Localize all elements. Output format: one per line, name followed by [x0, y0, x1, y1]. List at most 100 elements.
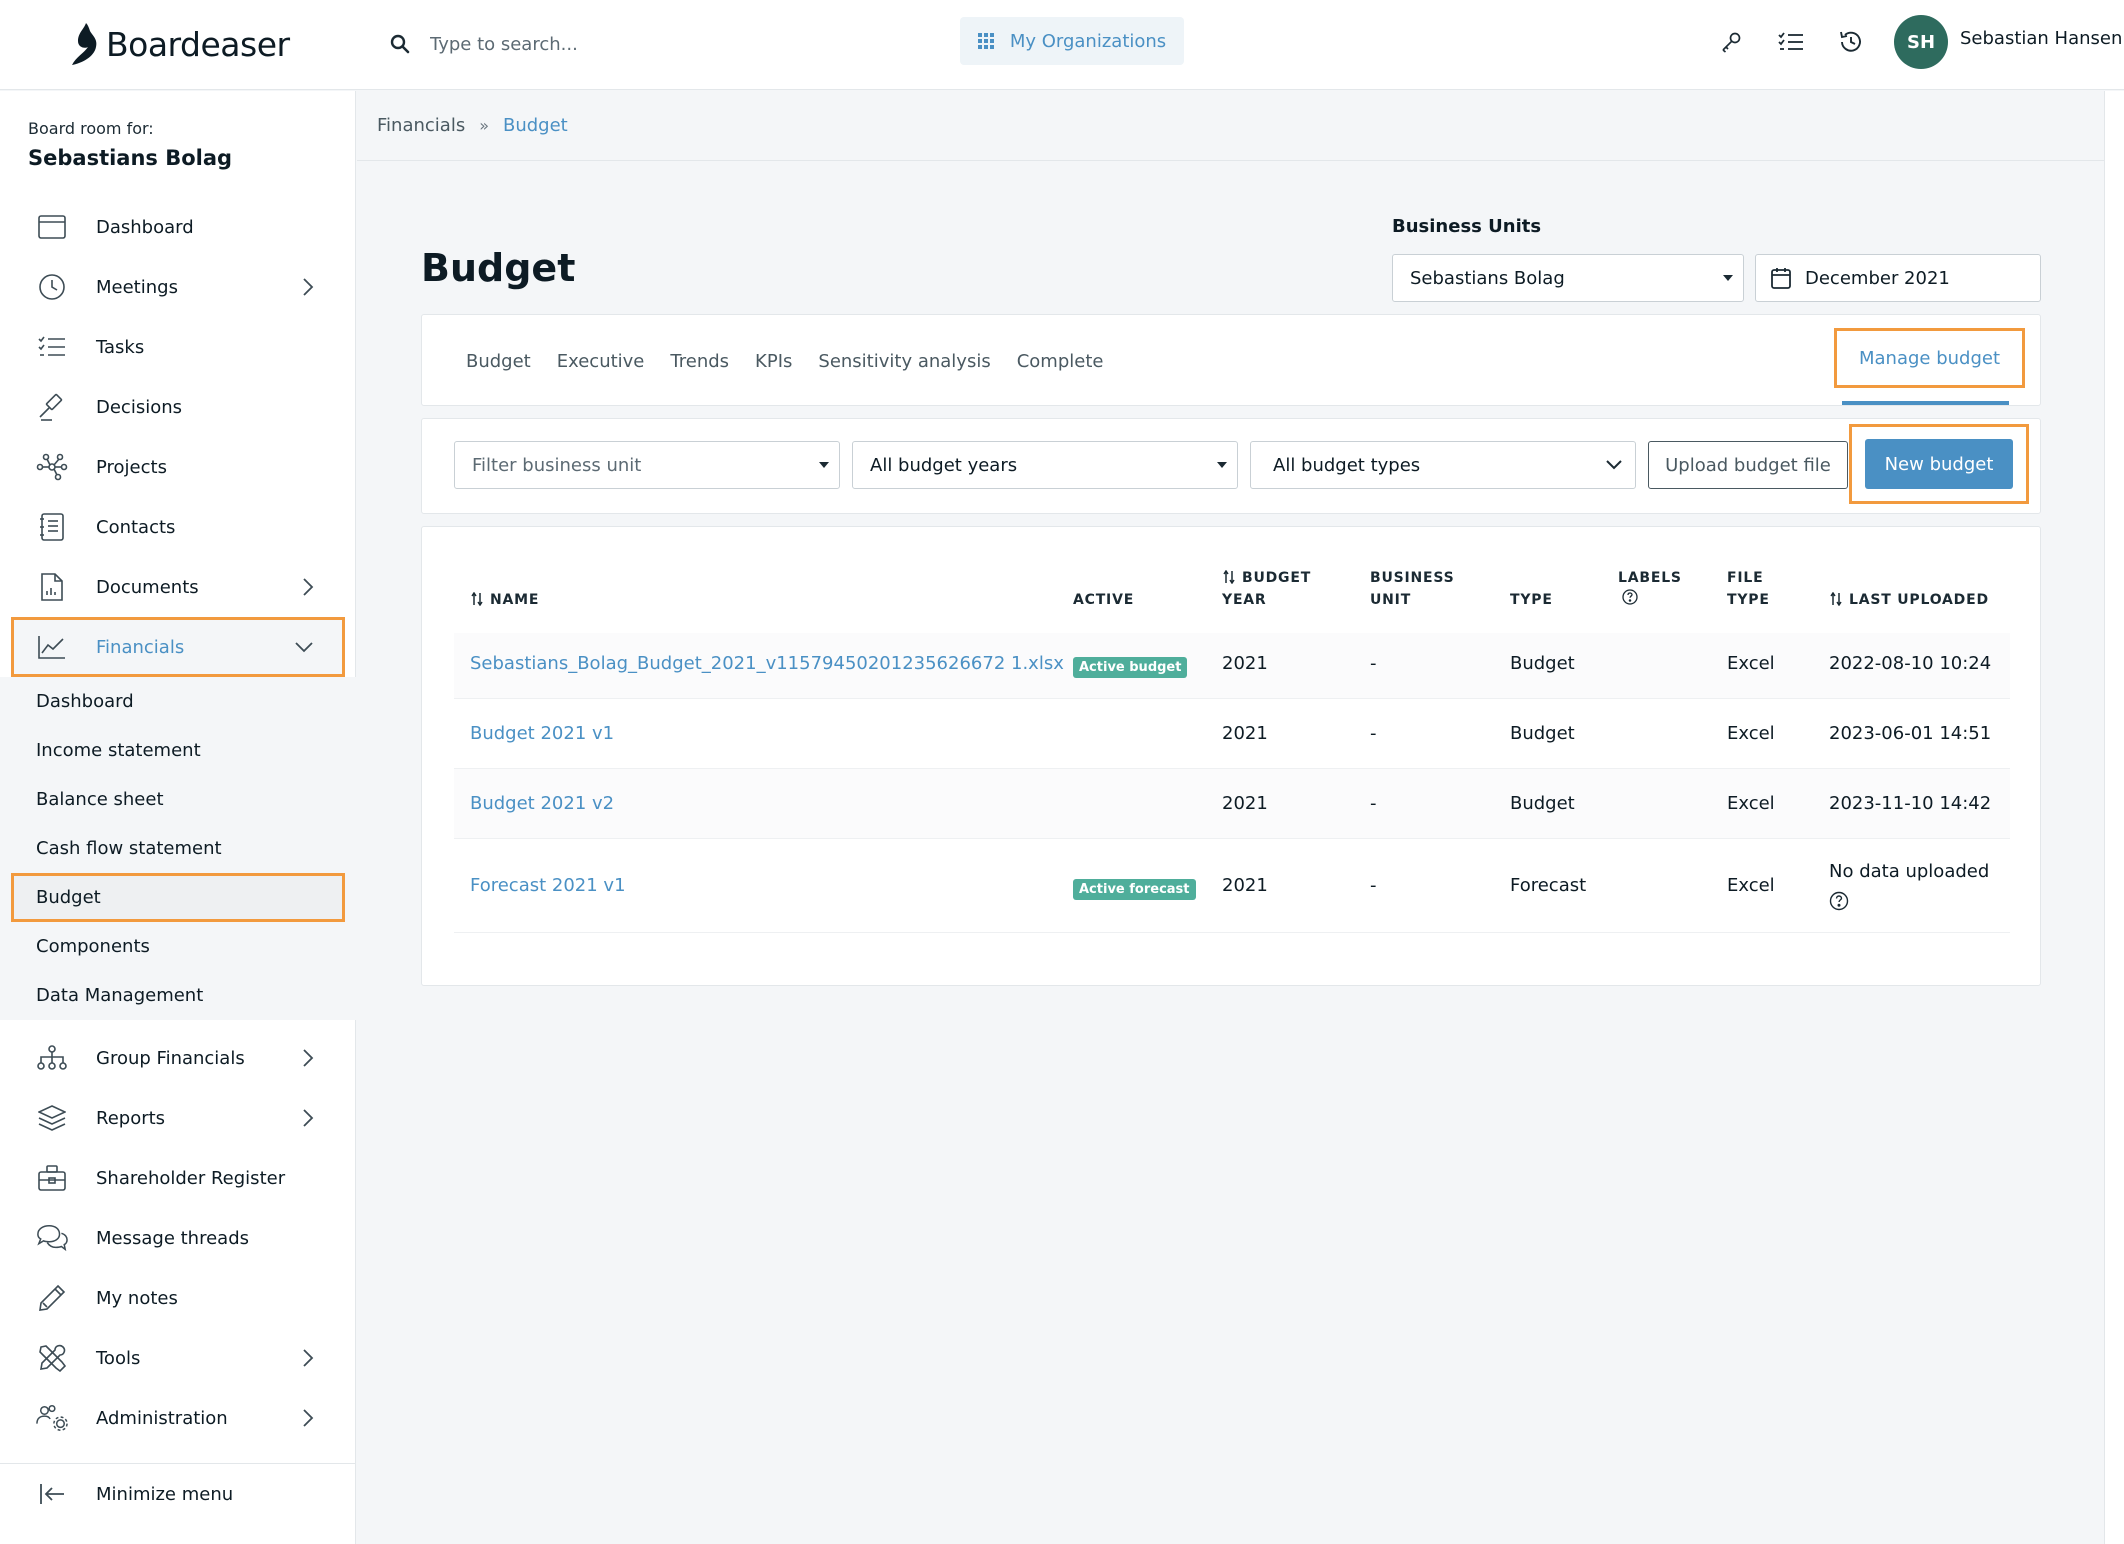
tab-complete[interactable]: Complete [1017, 351, 1104, 372]
sidebar-item-contacts[interactable]: Contacts [0, 497, 356, 557]
minimize-menu-label: Minimize menu [96, 1483, 234, 1505]
vertical-scrollbar[interactable] [2104, 91, 2124, 1544]
tab-manage-budget[interactable]: Manage budget [1859, 348, 2000, 369]
contacts-book-icon [36, 511, 68, 543]
user-name[interactable]: Sebastian Hansen [1960, 28, 2122, 49]
date-value: December 2021 [1805, 267, 1950, 289]
sidebar-item-group-financials[interactable]: Group Financials [0, 1028, 356, 1088]
submenu-item-budget[interactable]: Budget [11, 873, 345, 922]
table-row[interactable]: Sebastians_Bolag_Budget_2021_v1157945020… [454, 633, 2010, 699]
sidebar-item-tasks[interactable]: Tasks [0, 317, 356, 377]
sidebar-item-my-notes[interactable]: My notes [0, 1268, 356, 1328]
business-unit-cell: - [1370, 793, 1377, 814]
filter-business-unit-select[interactable]: Filter business unit [454, 441, 840, 489]
table-row[interactable]: Forecast 2021 v1 Active forecast 2021 - … [454, 839, 2010, 933]
my-organizations-label: My Organizations [1009, 30, 1167, 52]
budget-types-select[interactable]: All budget types [1250, 441, 1636, 489]
submenu-item-cash-flow-statement[interactable]: Cash flow statement [0, 824, 356, 873]
board-room-label: Board room for: [28, 119, 154, 138]
tab-sensitivity-analysis[interactable]: Sensitivity analysis [818, 351, 990, 372]
calendar-icon [1771, 268, 1791, 289]
brand-logo[interactable]: Boardeaser [70, 14, 290, 74]
org-chart-icon [36, 1042, 68, 1074]
last-uploaded-cell: No data uploaded [1829, 861, 1990, 882]
new-budget-button[interactable]: New budget [1865, 439, 2013, 489]
sidebar-item-tools[interactable]: Tools [0, 1328, 356, 1388]
sidebar-item-administration[interactable]: Administration [0, 1388, 356, 1448]
upload-budget-file-button[interactable]: Upload budget file [1648, 441, 1848, 489]
sidebar-item-financials[interactable]: Financials [11, 617, 345, 677]
date-picker[interactable]: December 2021 [1755, 254, 2041, 302]
submenu-item-data-management[interactable]: Data Management [0, 971, 356, 1020]
sidebar-item-label: Tools [96, 1347, 141, 1369]
column-header-name[interactable]: NAME [470, 589, 539, 611]
brand-name: Boardeaser [106, 24, 290, 64]
column-header-budget-year-line2: YEAR [1222, 592, 1267, 608]
filter-business-unit-placeholder: Filter business unit [472, 454, 642, 476]
key-icon[interactable] [1716, 26, 1746, 58]
column-header-last-uploaded[interactable]: LAST UPLOADED [1829, 589, 1989, 611]
sidebar-item-dashboard[interactable]: Dashboard [0, 197, 356, 257]
avatar[interactable]: SH [1894, 15, 1948, 69]
task-list-icon[interactable] [1776, 26, 1806, 58]
caret-down-icon [1217, 462, 1227, 468]
submenu-item-balance-sheet[interactable]: Balance sheet [0, 775, 356, 824]
search-input[interactable] [430, 33, 850, 55]
tab-executive[interactable]: Executive [557, 351, 645, 372]
sidebar-item-label: Projects [96, 456, 167, 478]
type-cell: Budget [1510, 793, 1575, 814]
document-icon [36, 571, 68, 603]
sidebar-item-decisions[interactable]: Decisions [0, 377, 356, 437]
sidebar-item-meetings[interactable]: Meetings [0, 257, 356, 317]
tab-trends[interactable]: Trends [670, 351, 729, 372]
column-header-labels: LABELS [1618, 567, 1682, 612]
tab-kpis[interactable]: KPIs [755, 351, 792, 372]
last-uploaded-cell: 2023-06-01 14:51 [1829, 723, 1992, 744]
sidebar-item-reports[interactable]: Reports [0, 1088, 356, 1148]
budget-years-select[interactable]: All budget years [852, 441, 1238, 489]
help-circle-icon[interactable] [1622, 589, 1638, 605]
sidebar-item-message-threads[interactable]: Message threads [0, 1208, 356, 1268]
column-header-budget-year[interactable]: BUDGET YEAR [1222, 567, 1311, 611]
submenu-item-income-statement[interactable]: Income statement [0, 726, 356, 775]
breadcrumb-budget[interactable]: Budget [503, 115, 568, 136]
last-uploaded-cell: 2023-11-10 14:42 [1829, 793, 1992, 814]
chevron-right-icon [303, 1349, 314, 1367]
sidebar-item-label: Dashboard [96, 216, 194, 238]
submenu-item-dashboard[interactable]: Dashboard [0, 677, 356, 726]
new-budget-highlight: New budget [1849, 424, 2029, 504]
history-icon[interactable] [1836, 26, 1866, 58]
business-unit-select[interactable]: Sebastians Bolag [1392, 254, 1744, 302]
tools-icon [36, 1342, 68, 1374]
submenu-item-components[interactable]: Components [0, 922, 356, 971]
minimize-menu-button[interactable]: Minimize menu [0, 1464, 356, 1524]
help-circle-icon[interactable] [1829, 891, 1849, 911]
budget-name-link[interactable]: Budget 2021 v2 [470, 793, 614, 814]
business-unit-cell: - [1370, 875, 1377, 896]
minimize-menu-section: Minimize menu [0, 1463, 356, 1524]
sidebar-item-documents[interactable]: Documents [0, 557, 356, 617]
tab-budget[interactable]: Budget [466, 351, 531, 372]
column-header-business-unit-line2: UNIT [1370, 592, 1412, 608]
gavel-icon [36, 391, 68, 423]
page-title: Budget [421, 246, 576, 290]
breadcrumb-separator-icon: » [479, 116, 489, 135]
last-uploaded-cell: 2022-08-10 10:24 [1829, 653, 1992, 674]
financials-submenu: Dashboard Income statement Balance sheet… [0, 677, 356, 1020]
breadcrumb-financials[interactable]: Financials [377, 115, 465, 136]
table-row[interactable]: Budget 2021 v1 2021 - Budget Excel 2023-… [454, 699, 2010, 769]
sidebar-item-shareholder-register[interactable]: Shareholder Register [0, 1148, 356, 1208]
budget-name-link[interactable]: Budget 2021 v1 [470, 723, 614, 744]
tab-manage-budget-highlight: Manage budget [1834, 328, 2025, 388]
budget-year-cell: 2021 [1222, 723, 1268, 744]
table-row[interactable]: Budget 2021 v2 2021 - Budget Excel 2023-… [454, 769, 2010, 839]
budget-name-link[interactable]: Forecast 2021 v1 [470, 875, 626, 896]
column-header-labels-label: LABELS [1618, 570, 1682, 586]
caret-down-icon [1723, 275, 1733, 281]
my-organizations-button[interactable]: My Organizations [960, 17, 1184, 65]
breadcrumb: Financials » Budget [357, 91, 2114, 161]
network-icon [36, 451, 68, 483]
budget-name-link[interactable]: Sebastians_Bolag_Budget_2021_v1157945020… [470, 653, 1064, 674]
caret-down-icon [819, 462, 829, 468]
sidebar-item-projects[interactable]: Projects [0, 437, 356, 497]
